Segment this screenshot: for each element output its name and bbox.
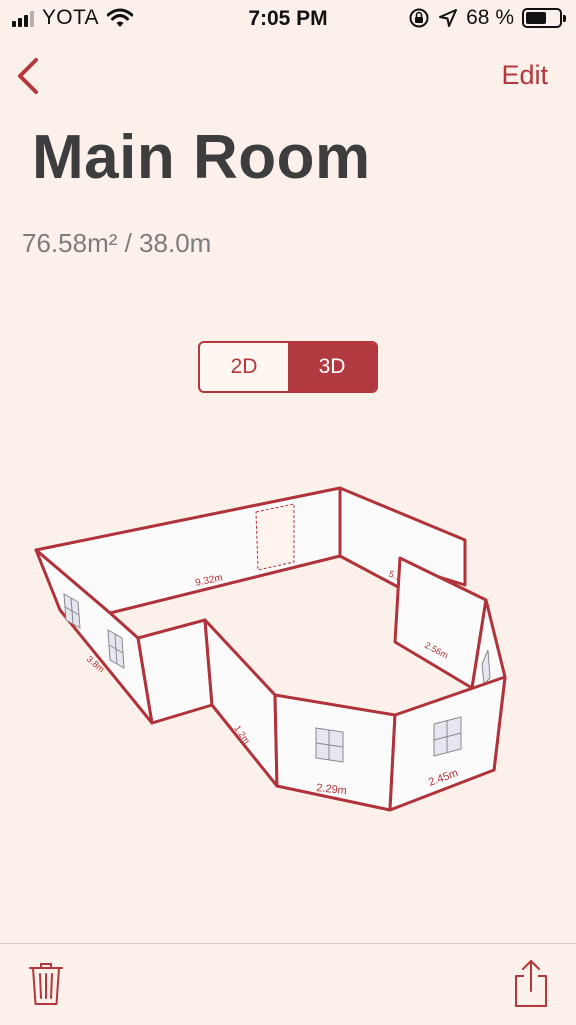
battery-percent: 68 % [466,6,514,29]
status-bar: YOTA 7:05 PM 68 % [0,0,576,40]
door [255,503,295,571]
delete-room-button[interactable] [28,960,64,1011]
page-title: Main Room [32,123,371,192]
view-mode-toggle: 2D 3D [198,341,378,393]
window-front-right [433,716,462,757]
status-right: 68 % [408,6,566,30]
chevron-left-icon [18,58,38,94]
share-button[interactable] [512,958,550,1013]
rotation-lock-icon [409,8,429,28]
edit-button[interactable]: Edit [501,60,548,91]
share-icon [515,960,547,1007]
trash-icon [29,963,63,1005]
location-arrow-icon [439,9,458,27]
view-3d-button[interactable]: 3D [288,343,376,391]
wall-front-left-short [136,618,214,725]
window-front-center [315,727,344,763]
view-2d-button[interactable]: 2D [200,343,288,391]
bottom-toolbar [0,943,576,1025]
battery-icon [522,8,566,28]
room-3d-model[interactable]: 9.32m 5.1 2.56m 3.8m 1.2m 2.29m 2.45m [0,470,576,830]
room-area-perimeter: 76.58m² / 38.0m [22,228,212,258]
back-button[interactable] [10,52,52,100]
